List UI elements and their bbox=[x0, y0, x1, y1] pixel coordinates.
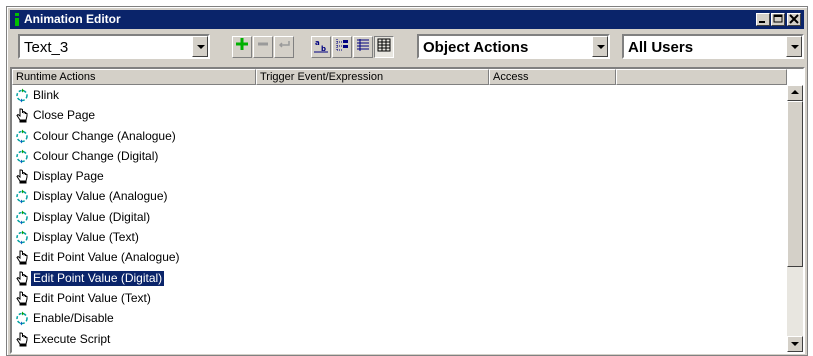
list-item[interactable]: Display Page bbox=[12, 167, 787, 187]
animation-icon bbox=[15, 210, 29, 225]
info-icon bbox=[15, 13, 19, 26]
list-item[interactable]: Display Value (Digital) bbox=[12, 208, 787, 228]
plus-icon bbox=[236, 38, 248, 50]
action-rows: Blink Close Page Colour Change (Analogue) C… bbox=[12, 86, 787, 350]
list-item-label: Edit Point Value (Digital) bbox=[29, 269, 166, 287]
back-button[interactable] bbox=[274, 36, 294, 58]
scroll-down-button[interactable] bbox=[787, 336, 803, 352]
chevron-down-icon[interactable] bbox=[192, 36, 208, 57]
column-header-extra[interactable] bbox=[616, 69, 787, 85]
column-header-runtime-actions[interactable]: Runtime Actions bbox=[12, 69, 256, 85]
column-header-access[interactable]: Access bbox=[489, 69, 616, 85]
maximize-icon bbox=[773, 14, 783, 23]
hand-icon bbox=[15, 271, 29, 286]
toolbar: Text_3 a b Object Actions All Users bbox=[10, 34, 804, 64]
tree-view-button[interactable] bbox=[332, 36, 352, 58]
details-view-button[interactable] bbox=[374, 36, 394, 58]
close-icon bbox=[789, 14, 799, 24]
list-item[interactable]: Edit Point Value (Text) bbox=[12, 289, 787, 309]
minimize-button[interactable] bbox=[756, 13, 770, 26]
list-item-label: Edit Point Value (Text) bbox=[33, 290, 151, 305]
add-action-button[interactable] bbox=[232, 36, 252, 58]
scroll-up-button[interactable] bbox=[787, 85, 803, 101]
list-item[interactable]: Edit Point Value (Digital) bbox=[12, 269, 787, 289]
list-item[interactable]: Enable/Disable bbox=[12, 309, 787, 329]
list-item[interactable]: Colour Change (Analogue) bbox=[12, 127, 787, 147]
list-item[interactable]: Display Value (Text) bbox=[12, 228, 787, 248]
tree-view-icon bbox=[336, 39, 348, 51]
list-item-label: Close Page bbox=[33, 108, 96, 123]
grid-view-icon bbox=[377, 38, 391, 52]
minus-icon bbox=[258, 42, 268, 46]
list-view-icon bbox=[357, 39, 369, 51]
list-item-label: Execute Script bbox=[33, 331, 111, 346]
hand-icon bbox=[15, 291, 29, 306]
arrow-left-icon bbox=[278, 41, 290, 48]
animation-icon bbox=[15, 149, 29, 164]
user-filter-value: All Users bbox=[628, 39, 694, 56]
list-item-label: Colour Change (Digital) bbox=[33, 148, 159, 163]
sort-icon: a b bbox=[314, 39, 328, 53]
runtime-actions-list: Runtime Actions Trigger Event/Expression… bbox=[10, 67, 805, 354]
action-filter-value: Object Actions bbox=[423, 39, 529, 56]
hand-icon bbox=[15, 108, 29, 123]
column-header-trigger[interactable]: Trigger Event/Expression bbox=[256, 69, 489, 85]
list-item-label: Colour Change (Analogue) bbox=[33, 128, 176, 143]
list-view-button[interactable] bbox=[353, 36, 373, 58]
list-item[interactable]: Close Page bbox=[12, 106, 787, 126]
list-item-label: Display Value (Analogue) bbox=[33, 189, 168, 204]
user-filter-select[interactable]: All Users bbox=[622, 34, 804, 59]
list-item-label: Display Page bbox=[33, 169, 104, 184]
hand-icon bbox=[15, 332, 29, 347]
animation-icon bbox=[15, 88, 29, 103]
list-item-label: Display Value (Text) bbox=[33, 230, 139, 245]
window-title: Animation Editor bbox=[24, 12, 121, 26]
animation-editor-window: Animation Editor Text_3 a b Object Actio… bbox=[6, 6, 808, 356]
list-item[interactable]: Colour Change (Digital) bbox=[12, 147, 787, 167]
minimize-icon bbox=[759, 21, 765, 23]
list-item-label: Display Value (Digital) bbox=[33, 209, 151, 224]
list-item[interactable]: Execute Script bbox=[12, 330, 787, 350]
remove-action-button[interactable] bbox=[253, 36, 273, 58]
animation-icon bbox=[15, 189, 29, 204]
hand-icon bbox=[15, 250, 29, 265]
list-item[interactable]: Edit Point Value (Analogue) bbox=[12, 248, 787, 268]
scroll-thumb[interactable] bbox=[787, 101, 803, 267]
close-button[interactable] bbox=[787, 13, 801, 26]
sort-button[interactable]: a b bbox=[311, 36, 331, 58]
chevron-down-icon[interactable] bbox=[786, 36, 802, 57]
animation-icon bbox=[15, 311, 29, 326]
animation-icon bbox=[15, 230, 29, 245]
maximize-button[interactable] bbox=[771, 13, 785, 26]
chevron-down-icon[interactable] bbox=[592, 36, 608, 57]
object-select-value: Text_3 bbox=[24, 39, 69, 56]
title-bar[interactable]: Animation Editor bbox=[10, 10, 804, 29]
object-select[interactable]: Text_3 bbox=[18, 34, 210, 59]
list-item[interactable]: Blink bbox=[12, 86, 787, 106]
action-filter-select[interactable]: Object Actions bbox=[417, 34, 610, 59]
list-item-label: Enable/Disable bbox=[33, 311, 114, 326]
animation-icon bbox=[15, 129, 29, 144]
list-item[interactable]: Display Value (Analogue) bbox=[12, 187, 787, 207]
vertical-scrollbar[interactable] bbox=[787, 85, 803, 352]
svg-text:a: a bbox=[315, 39, 320, 47]
list-item-label: Blink bbox=[33, 88, 60, 102]
hand-icon bbox=[15, 169, 29, 184]
list-item-label: Edit Point Value (Analogue) bbox=[33, 250, 180, 265]
